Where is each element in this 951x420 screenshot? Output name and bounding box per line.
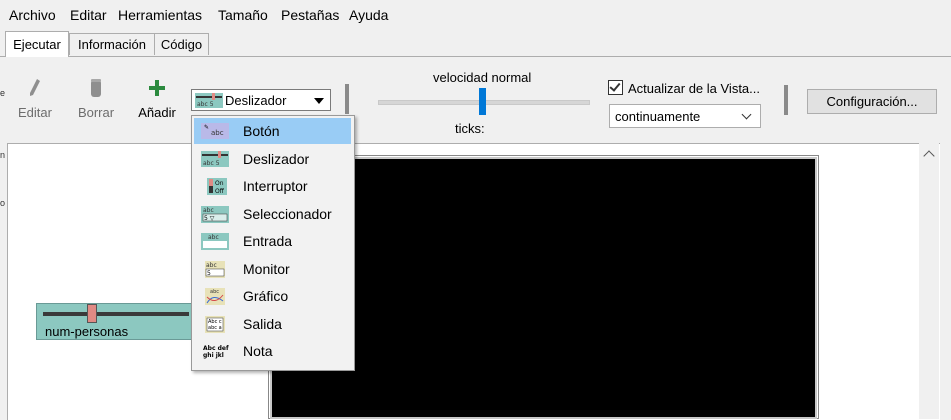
menu-bar: Archivo Editar Herramientas Tamaño Pesta… <box>0 0 951 30</box>
edge-fragment: o <box>0 198 6 208</box>
menu-herramientas[interactable]: Herramientas <box>118 7 202 23</box>
menu-item-label: Gráfico <box>243 288 289 304</box>
svg-text:abc: abc <box>206 262 217 269</box>
menu-item-grafico[interactable]: abc Gráfico <box>194 283 351 309</box>
edit-button[interactable]: Editar <box>14 78 56 120</box>
menu-tamano[interactable]: Tamaño <box>218 7 268 23</box>
tab-codigo[interactable]: Código <box>154 33 209 55</box>
menu-item-label: Salida <box>243 316 282 332</box>
edit-label: Editar <box>18 105 52 120</box>
menu-item-label: Entrada <box>243 233 293 249</box>
pencil-icon <box>30 79 40 96</box>
svg-text:Off: Off <box>215 188 225 195</box>
button-widget-icon: ✎ abc <box>201 123 229 139</box>
speed-slider-thumb[interactable] <box>479 88 486 115</box>
svg-text:abc 5: abc 5 <box>203 160 220 167</box>
update-view-label: Actualizar de la Vista... <box>628 81 760 96</box>
note-widget-icon: Abc def ghi jkl <box>203 345 229 359</box>
plot-widget-icon: abc <box>205 288 225 305</box>
menu-item-deslizador[interactable]: abc 5 Deslizador <box>194 146 351 172</box>
menu-item-label: Deslizador <box>243 151 310 167</box>
vertical-scrollbar[interactable] <box>919 143 939 419</box>
delete-label: Borrar <box>77 105 115 120</box>
plus-icon <box>149 80 165 96</box>
menu-item-seleccionador[interactable]: abc 5 ▽ Seleccionador <box>194 201 351 227</box>
tab-ejecutar[interactable]: Ejecutar <box>5 31 69 57</box>
svg-text:Abc def: Abc def <box>203 345 229 352</box>
slider-widget-knob[interactable] <box>87 304 97 323</box>
tab-informacion[interactable]: Información <box>69 33 155 55</box>
menu-item-label: Seleccionador <box>243 206 332 222</box>
settings-button[interactable]: Configuración... <box>807 89 937 114</box>
widget-type-value: Deslizador <box>225 93 287 108</box>
menu-item-monitor[interactable]: abc 5 Monitor <box>194 256 351 282</box>
svg-text:abc 5: abc 5 <box>197 101 214 108</box>
menu-item-label: Interruptor <box>243 178 308 194</box>
svg-text:abc: abc <box>208 234 219 241</box>
widget-type-menu: ✎ abc Botón abc 5 Deslizador On Off Inte… <box>191 115 355 371</box>
output-widget-icon: Abc c abc a <box>205 316 225 333</box>
slider-widget-icon: abc 5 <box>201 151 229 167</box>
edge-fragment: e <box>0 88 6 98</box>
menu-item-interruptor[interactable]: On Off Interruptor <box>194 173 351 199</box>
ticks-label: ticks: <box>455 121 485 136</box>
add-button[interactable]: Añadir <box>134 78 180 120</box>
slider-widget-name: num-personas <box>45 324 129 339</box>
menu-item-nota[interactable]: Abc def ghi jkl Nota <box>194 338 351 364</box>
monitor-widget-icon: abc 5 <box>205 261 225 278</box>
menu-item-label: Monitor <box>243 261 290 277</box>
menu-pestanas[interactable]: Pestañas <box>281 7 339 23</box>
svg-text:abc a: abc a <box>208 325 222 331</box>
update-view-checkbox[interactable] <box>608 80 623 95</box>
slider-widget-icon: abc 5 <box>195 93 223 108</box>
slider-widget[interactable]: num-personas <box>36 303 196 340</box>
chooser-widget-icon: abc 5 ▽ <box>201 206 229 223</box>
toolbar-separator <box>345 84 349 114</box>
speed-label: velocidad normal <box>433 70 532 85</box>
update-mode-select[interactable]: continuamente <box>609 104 761 128</box>
input-widget-icon: abc <box>201 233 229 250</box>
toolbar-separator <box>784 85 788 115</box>
svg-text:abc: abc <box>211 129 224 137</box>
switch-widget-icon: On Off <box>207 178 227 195</box>
menu-archivo[interactable]: Archivo <box>9 7 56 23</box>
update-mode-value: continuamente <box>615 109 701 124</box>
trash-icon <box>91 79 101 97</box>
edge-fragment: n <box>0 150 6 160</box>
svg-text:✎: ✎ <box>204 124 209 131</box>
menu-item-entrada[interactable]: abc Entrada <box>194 228 351 254</box>
menu-ayuda[interactable]: Ayuda <box>349 7 388 23</box>
dropdown-arrow-icon <box>314 98 324 104</box>
chevron-down-icon <box>741 109 752 120</box>
slider-widget-track <box>43 312 189 316</box>
menu-item-label: Botón <box>243 123 280 139</box>
menu-item-boton[interactable]: ✎ abc Botón <box>194 118 351 144</box>
widget-type-combo[interactable]: abc 5 Deslizador <box>191 89 331 111</box>
svg-text:ghi jkl: ghi jkl <box>203 352 224 359</box>
svg-text:abc: abc <box>210 289 219 295</box>
menu-item-salida[interactable]: Abc c abc a Salida <box>194 311 351 337</box>
menu-item-label: Nota <box>243 343 273 359</box>
svg-text:On: On <box>215 180 224 187</box>
svg-text:5 ▽: 5 ▽ <box>204 215 215 222</box>
menu-editar[interactable]: Editar <box>70 7 107 23</box>
svg-text:abc: abc <box>203 207 214 214</box>
add-label: Añadir <box>138 105 176 120</box>
delete-button[interactable]: Borrar <box>73 78 119 120</box>
svg-text:5: 5 <box>207 270 211 277</box>
